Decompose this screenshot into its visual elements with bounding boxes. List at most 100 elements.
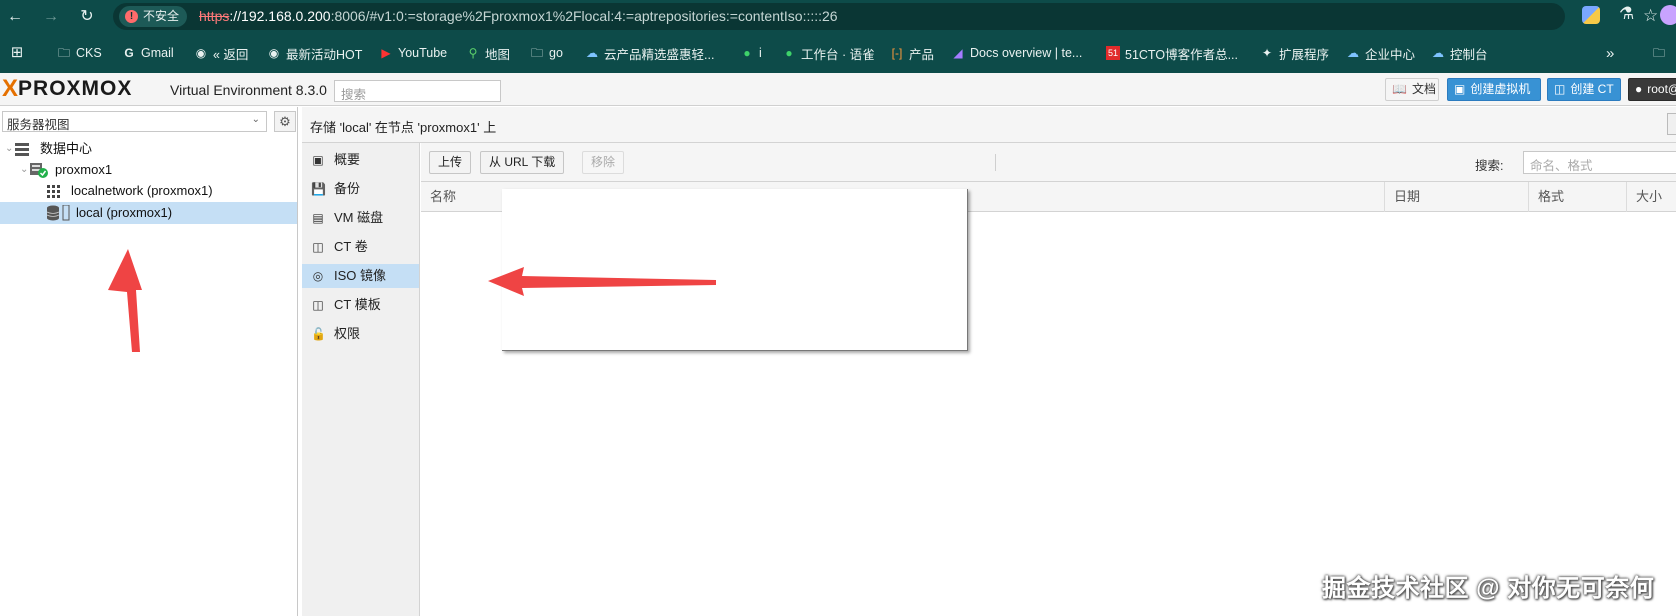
url-host: ://192.168.0.200 xyxy=(229,8,331,24)
version-label: Virtual Environment 8.3.0 xyxy=(170,82,327,98)
chevron-down-icon: ⌄ xyxy=(251,114,260,125)
yuque-icon: ● xyxy=(785,46,793,60)
cube-icon: ◫ xyxy=(1554,82,1566,96)
view-selector[interactable]: 服务器视图 ⌄ xyxy=(2,111,267,132)
url-path: :8006/#v1:0:=storage%2Fproxmox1%2Flocal:… xyxy=(330,8,838,24)
proxmox-logo: X PROXMOX xyxy=(2,75,133,102)
nav-item-backup[interactable]: 💾 备份 xyxy=(302,177,419,201)
cloud-icon: ☁ xyxy=(586,46,598,60)
nav-item-ct-volumes[interactable]: ◫ CT 卷 xyxy=(302,235,419,259)
bookmark-item[interactable]: ☁ 云产品精选盛惠轻... xyxy=(585,44,714,62)
cloud-icon: ☁ xyxy=(1347,46,1359,60)
user-icon: ● xyxy=(1635,82,1643,96)
youtube-icon: ▶ xyxy=(381,46,391,60)
browser-toolbar: ← → ↻ ! 不安全 https://192.168.0.200:8006/#… xyxy=(0,0,1676,33)
apps-grid-icon[interactable]: ⊞ xyxy=(10,44,24,62)
bookmark-item[interactable]: ◢ Docs overview | te... xyxy=(951,44,1082,62)
bookmark-item[interactable]: ● i xyxy=(740,44,761,62)
green-circle-icon: ● xyxy=(743,46,751,60)
bookmark-item[interactable]: G Gmail xyxy=(122,44,173,62)
reload-icon[interactable]: ↻ xyxy=(76,6,98,28)
back-icon[interactable]: ← xyxy=(4,6,26,28)
bookmark-star-icon[interactable]: ☆ xyxy=(1643,6,1658,26)
bookmark-item[interactable]: 51 51CTO博客作者总... xyxy=(1106,44,1238,62)
column-size[interactable]: 大小 xyxy=(1627,182,1676,212)
tree-item-local-storage[interactable]: local (proxmox1) xyxy=(0,202,297,224)
url-text[interactable]: https://192.168.0.200:8006/#v1:0:=storag… xyxy=(199,8,838,24)
address-bar[interactable]: ! 不安全 https://192.168.0.200:8006/#v1:0:=… xyxy=(113,3,1658,30)
more-bookmarks-button[interactable]: » xyxy=(1606,44,1614,62)
book-icon: ▣ xyxy=(312,153,324,167)
bookmark-item[interactable]: 🗀 go xyxy=(530,44,563,62)
chevron-down-icon[interactable]: ⌄ xyxy=(20,159,28,181)
search-input[interactable]: 命名、格式 xyxy=(1523,151,1676,174)
iso-toolbar: 上传 从 URL 下载 移除 搜索: 命名、格式 xyxy=(421,143,1676,182)
column-format[interactable]: 格式 xyxy=(1529,182,1627,212)
storage-sub-nav: ▣ 概要 💾 备份 ▤ VM 磁盘 ◫ CT 卷 ◎ ISO 镜像 ◫ CT 模… xyxy=(302,143,420,616)
book-icon: 📖 xyxy=(1392,82,1407,96)
docs-button[interactable]: 📖 文档 xyxy=(1385,78,1439,101)
bookmark-item[interactable]: ● 工作台 · 语雀 xyxy=(782,44,874,62)
puzzle-icon: ✦ xyxy=(1261,46,1273,60)
tree-item-localnetwork[interactable]: localnetwork (proxmox1) xyxy=(0,180,297,202)
bookmark-item[interactable]: ☁ 控制台 xyxy=(1431,44,1488,62)
forward-icon[interactable]: → xyxy=(40,6,62,28)
network-grid-icon xyxy=(47,185,60,198)
bookmark-item[interactable]: ▶ YouTube xyxy=(379,44,447,62)
maps-pin-icon: ⚲ xyxy=(468,46,478,60)
bookmark-item[interactable]: ⚲ 地图 xyxy=(466,44,510,62)
remove-button[interactable]: 移除 xyxy=(582,151,625,174)
warning-icon: ! xyxy=(125,10,138,23)
51cto-icon: 51 xyxy=(1106,46,1120,60)
bookmark-item[interactable]: ◉ « 返回 xyxy=(194,44,249,62)
folder-icon: 🗀 xyxy=(530,46,543,60)
security-label: 不安全 xyxy=(143,9,180,23)
download-from-url-button[interactable]: 从 URL 下载 xyxy=(480,151,565,174)
tree-item-node[interactable]: ⌄ proxmox1 xyxy=(0,159,297,181)
dropdown-overlay xyxy=(502,189,968,351)
extensions-icon[interactable]: ⚗ xyxy=(1619,4,1634,24)
bookmark-item[interactable]: ◉ 最新活动HOT xyxy=(267,44,363,62)
global-search-input[interactable]: 搜索 xyxy=(334,80,501,102)
nav-item-vm-disks[interactable]: ▤ VM 磁盘 xyxy=(302,206,419,230)
server-stack-icon xyxy=(15,143,29,156)
account-avatar[interactable] xyxy=(1660,5,1676,25)
monitor-icon: ▣ xyxy=(1454,82,1466,96)
gear-icon[interactable]: ⚙ xyxy=(274,111,296,132)
bookmark-item[interactable]: 🗀 CKS xyxy=(57,44,102,62)
ct-volume-icon: ◫ xyxy=(312,240,324,254)
nav-item-permissions[interactable]: 🔓 权限 xyxy=(302,322,419,346)
user-menu-button[interactable]: ●root@ xyxy=(1628,78,1676,101)
nav-item-ct-templates[interactable]: ◫ CT 模板 xyxy=(302,293,419,317)
url-scheme: https xyxy=(199,8,230,24)
security-chip[interactable]: ! 不安全 xyxy=(119,6,188,27)
folder-icon[interactable]: 🗀 xyxy=(1652,44,1666,62)
tree-item-datacenter[interactable]: ⌄ 数据中心 xyxy=(0,138,297,160)
nav-item-iso-images[interactable]: ◎ ISO 镜像 xyxy=(302,264,419,288)
chevron-down-icon[interactable]: ⌄ xyxy=(5,138,13,160)
bookmark-item[interactable]: ✦ 扩展程序 xyxy=(1260,44,1329,62)
content-title-bar: 存储 'local' 在节点 'proxmox1' 上 xyxy=(302,107,1676,143)
create-vm-button[interactable]: ▣ 创建虚拟机 xyxy=(1447,78,1541,101)
column-date[interactable]: 日期 xyxy=(1385,182,1529,212)
bookmark-item[interactable]: ☁ 企业中心 xyxy=(1346,44,1415,62)
folder-icon: 🗀 xyxy=(57,46,70,60)
toolbar-divider xyxy=(995,154,996,171)
storage-icon xyxy=(47,205,70,221)
profile-icon[interactable] xyxy=(1582,6,1600,24)
cloud-icon: ☁ xyxy=(1432,46,1444,60)
google-icon: G xyxy=(124,46,134,60)
terraform-icon: ◢ xyxy=(953,46,963,60)
create-ct-button[interactable]: ◫ 创建 CT xyxy=(1547,78,1621,101)
nav-item-summary[interactable]: ▣ 概要 xyxy=(302,148,419,172)
bookmarks-bar: ⊞ 🗀 CKS G Gmail ◉ « 返回 ◉ 最新活动HOT ▶ YouTube ⚲ 地… xyxy=(0,33,1676,73)
hdd-icon: ▤ xyxy=(312,211,324,225)
floppy-icon: 💾 xyxy=(311,182,326,196)
bookmark-item[interactable]: [-] 产品 xyxy=(890,44,934,62)
unlock-icon: 🔓 xyxy=(311,327,326,341)
help-button[interactable] xyxy=(1667,113,1676,135)
globe-icon: ◉ xyxy=(268,46,280,60)
brackets-icon: [-] xyxy=(891,46,903,60)
upload-button[interactable]: 上传 xyxy=(429,151,472,174)
pve-header: X PROXMOX Virtual Environment 8.3.0 搜索 📖 文… xyxy=(0,73,1676,106)
